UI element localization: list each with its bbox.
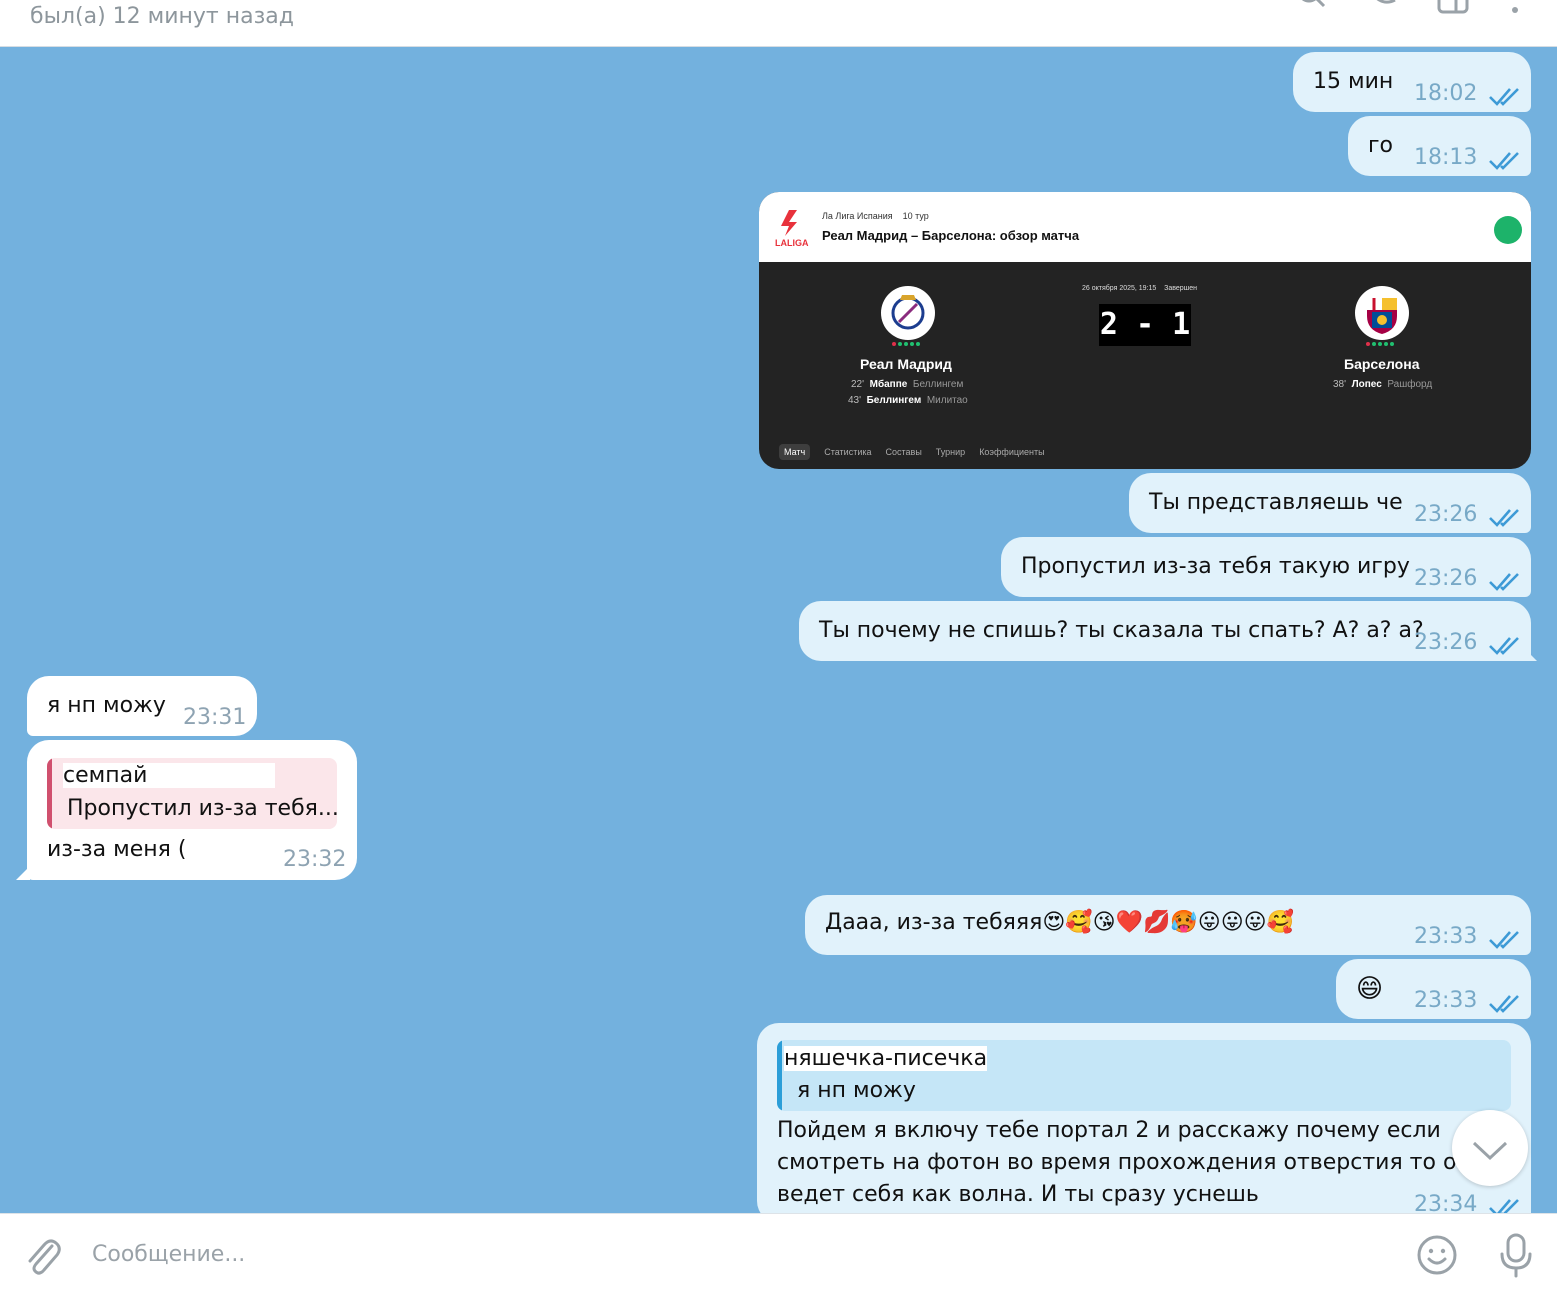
outgoing-message[interactable]: го 18:13 [1348,116,1531,176]
match-date: 26 октября 2025, 19:15 Завершен [1082,285,1198,292]
read-checks-icon [1489,573,1519,591]
message-time: 18:02 [1414,81,1478,106]
match-card-tabs: Матч Статистика Составы Турнир Коэффицие… [779,444,1045,460]
microphone-icon[interactable] [1496,1232,1536,1280]
read-checks-icon [1489,931,1519,949]
chat-history[interactable]: 15 мин 18:02 го 18:13 LALIGA Ла Лига Исп… [0,47,1557,1213]
chat-header: был(а) 12 минут назад [0,0,1557,47]
sidebar-icon[interactable] [1436,0,1472,16]
message-time: 23:32 [283,847,347,872]
scroll-to-bottom-button[interactable] [1452,1110,1528,1186]
message-composer [0,1213,1557,1291]
message-time: 23:33 [1414,988,1478,1013]
real-madrid-crest-icon [881,286,935,340]
outgoing-message[interactable]: Ты почему не спишь? ты сказала ты спать?… [799,601,1537,661]
outgoing-message[interactable]: Дааа, из-за тебяяя😍🥰😘❤️💋🥵😛😛😛🥰 23:33 [805,895,1531,955]
read-checks-icon [1489,995,1519,1013]
message-time: 23:33 [1414,924,1478,949]
message-time: 23:26 [1414,502,1478,527]
search-icon[interactable] [1294,0,1330,16]
phone-icon[interactable] [1367,0,1403,16]
tab-odds[interactable]: Коэффициенты [979,444,1044,460]
read-checks-icon [1489,509,1519,527]
read-checks-icon [1489,152,1519,170]
emoji-icon[interactable] [1416,1234,1458,1276]
paperclip-icon[interactable] [22,1234,62,1278]
message-time: 23:31 [183,705,247,730]
barcelona-crest-icon [1355,286,1409,340]
read-checks-icon [1489,637,1519,655]
more-icon[interactable] [1500,0,1530,16]
message-text: 15 мин [1313,69,1394,94]
message-input[interactable] [92,1234,1382,1274]
home-form-dots [892,342,920,348]
match-score: 2 - 1 [1099,304,1191,346]
away-form-dots [1366,342,1394,348]
message-text: го [1368,133,1394,158]
outgoing-message[interactable]: 15 мин 18:02 [1293,52,1531,112]
reply-quote-bar [47,758,52,829]
read-checks-icon [1489,88,1519,106]
read-checks-icon [1489,1199,1519,1213]
reply-text: я нп можу [797,1078,916,1103]
reply-quote[interactable]: няшечка-писечка я нп можу [777,1040,1511,1111]
match-preview-card[interactable]: LALIGA Ла Лига Испания 10 тур Реал Мадри… [759,192,1531,469]
message-time: 18:13 [1414,145,1478,170]
reply-quote[interactable]: семпай Пропустил из-за тебя... [47,758,337,829]
message-text: я нп можу [47,693,166,718]
message-text: Ты представляешь че [1149,490,1403,515]
tab-lineups[interactable]: Составы [886,444,922,460]
message-text: 😄 [1356,974,1384,1004]
reply-text: Пропустил из-за тебя... [67,796,337,821]
match-title: Реал Мадрид – Барселона: обзор матча [822,228,1080,243]
tab-tournament[interactable]: Турнир [936,444,965,460]
reply-quote-bar [777,1040,782,1111]
message-text-line: Пойдем я включу тебе портал 2 и расскажу… [777,1118,1441,1143]
home-team-name: Реал Мадрид [860,356,952,372]
home-goal: 43' Беллингем Милитао [848,395,968,406]
match-card-header: LALIGA Ла Лига Испания 10 тур Реал Мадри… [759,192,1531,262]
outgoing-message[interactable]: Пропустил из-за тебя такую игру 23:26 [1001,537,1531,597]
away-team-name: Барселона [1344,356,1420,372]
message-text-line: ведет себя как волна. И ты сразу уснешь [777,1182,1259,1207]
reply-author: няшечка-писечка [784,1046,988,1071]
match-league: Ла Лига Испания 10 тур [822,211,929,221]
tab-statistics[interactable]: Статистика [824,444,871,460]
outgoing-message[interactable]: 😄 23:33 [1336,959,1531,1019]
message-time: 23:26 [1414,566,1478,591]
reply-author: семпай [63,763,276,788]
laliga-logo-icon: LALIGA [775,210,809,248]
message-text-line: смотреть на фотон во время прохождения о… [777,1150,1471,1175]
svg-text:LALIGA: LALIGA [775,238,809,248]
incoming-message[interactable]: семпай Пропустил из-за тебя... из-за мен… [16,740,357,880]
bubble-tail [1523,647,1537,661]
away-goal: 38' Лопес Рашфорд [1333,379,1433,390]
chevron-down-icon [1472,1141,1508,1161]
message-text: Дааа, из-за тебяяя😍🥰😘❤️💋🥵😛😛😛🥰 [825,910,1294,935]
outgoing-message[interactable]: Ты представляешь че 23:26 [1129,473,1531,533]
message-text: Ты почему не спишь? ты сказала ты спать?… [819,618,1424,643]
message-text: из-за меня ( [47,837,187,862]
outgoing-message[interactable]: няшечка-писечка я нп можу Пойдем я включ… [757,1023,1531,1213]
last-seen-status: был(а) 12 минут назад [30,4,294,29]
tab-match[interactable]: Матч [779,444,811,460]
message-time: 23:26 [1414,630,1478,655]
home-goal: 22' Мбаппе Беллингем [851,379,964,390]
message-time: 23:34 [1414,1192,1478,1213]
notification-bell-icon[interactable] [1494,216,1522,244]
bubble-tail [16,866,30,880]
message-text: Пропустил из-за тебя такую игру [1021,554,1410,579]
incoming-message[interactable]: я нп можу 23:31 [27,676,257,736]
